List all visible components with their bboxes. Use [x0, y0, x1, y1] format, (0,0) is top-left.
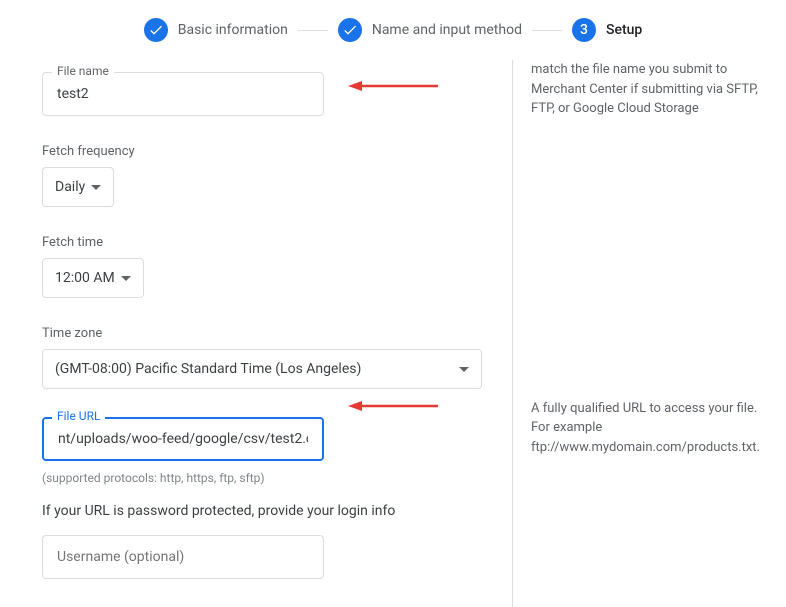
step-setup[interactable]: 3 Setup — [572, 18, 642, 42]
annotation-arrow-icon — [348, 400, 438, 412]
fetch-time-label: Fetch time — [42, 235, 494, 250]
time-zone-value: (GMT-08:00) Pacific Standard Time (Los A… — [55, 361, 361, 377]
chevron-down-icon — [121, 276, 131, 281]
step-connector — [532, 30, 562, 31]
step-label: Name and input method — [372, 22, 522, 38]
file-url-label: File URL — [52, 409, 105, 423]
file-name-help: match the file name you submit to Mercha… — [531, 60, 762, 119]
username-input[interactable] — [42, 535, 324, 579]
username-field-group — [42, 535, 494, 579]
time-zone-select[interactable]: (GMT-08:00) Pacific Standard Time (Los A… — [42, 349, 482, 389]
time-zone-label: Time zone — [42, 326, 494, 341]
fetch-frequency-value: Daily — [55, 179, 85, 195]
chevron-down-icon — [91, 185, 101, 190]
step-number: 3 — [572, 18, 596, 42]
stepper: Basic information Name and input method … — [0, 0, 786, 60]
file-name-input[interactable] — [42, 72, 324, 116]
step-label: Basic information — [178, 22, 288, 38]
check-icon — [338, 18, 362, 42]
protocols-hint: (supported protocols: http, https, ftp, … — [42, 471, 494, 485]
file-url-input[interactable] — [42, 417, 324, 461]
file-url-field-group: File URL — [42, 417, 494, 461]
step-label: Setup — [606, 22, 642, 38]
fetch-frequency-label: Fetch frequency — [42, 144, 494, 159]
fetch-frequency-select[interactable]: Daily — [42, 167, 114, 207]
annotation-arrow-icon — [348, 80, 438, 92]
step-basic-information[interactable]: Basic information — [144, 18, 288, 42]
file-name-label: File name — [52, 64, 114, 78]
time-zone-group: Time zone (GMT-08:00) Pacific Standard T… — [42, 326, 494, 389]
fetch-time-group: Fetch time 12:00 AM — [42, 235, 494, 298]
check-icon — [144, 18, 168, 42]
fetch-frequency-group: Fetch frequency Daily — [42, 144, 494, 207]
file-name-field-group: File name — [42, 72, 494, 116]
file-url-help: A fully qualified URL to access your fil… — [531, 399, 762, 458]
password-info: If your URL is password protected, provi… — [42, 503, 494, 519]
step-name-input-method[interactable]: Name and input method — [338, 18, 522, 42]
fetch-time-select[interactable]: 12:00 AM — [42, 258, 144, 298]
fetch-time-value: 12:00 AM — [55, 270, 115, 286]
step-connector — [298, 30, 328, 31]
chevron-down-icon — [459, 367, 469, 372]
